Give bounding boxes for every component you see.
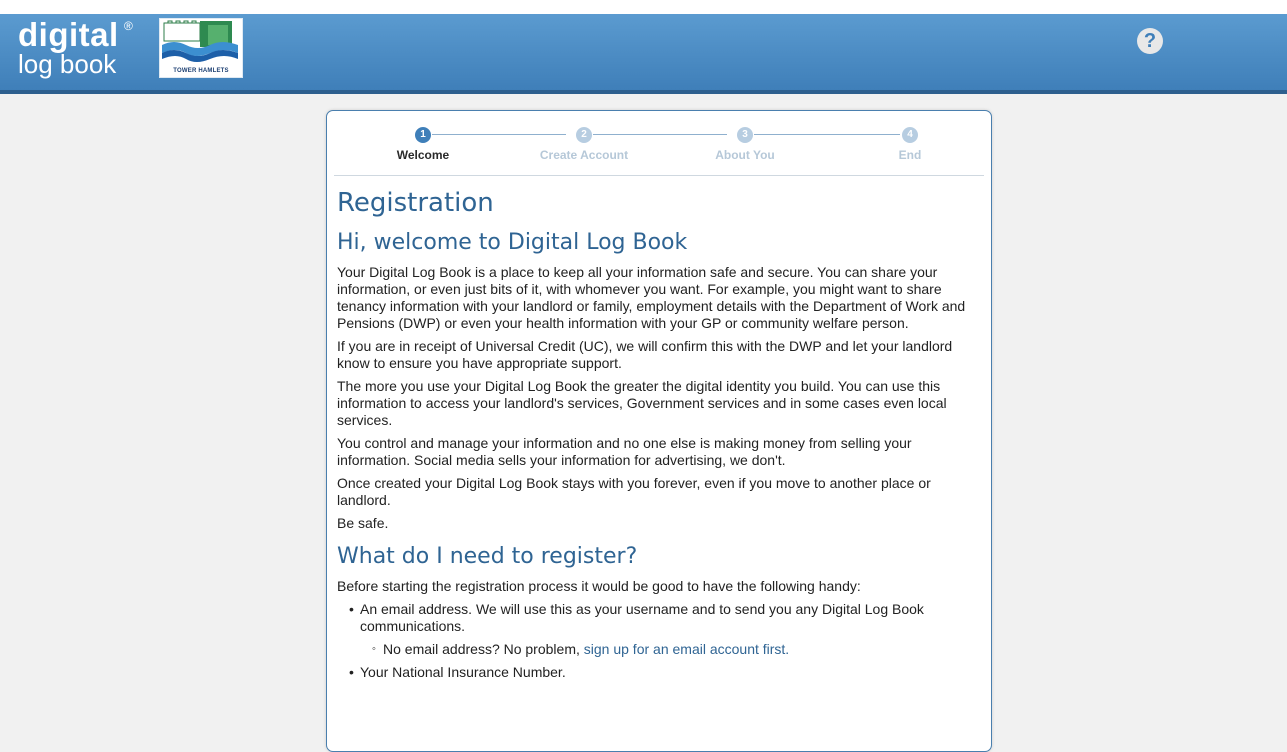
list-item-email: An email address. We will use this as yo…: [349, 601, 981, 658]
step-number: 4: [902, 127, 918, 143]
step-welcome: 1 Welcome: [343, 127, 503, 162]
ni-number-text: Your National Insurance Number.: [360, 664, 566, 680]
intro-paragraph: Your Digital Log Book is a place to keep…: [337, 264, 966, 331]
register-heading: What do I need to register?: [337, 544, 638, 569]
step-about-you: 3 About You: [665, 127, 825, 162]
step-number: 3: [737, 127, 753, 143]
brand-registered-mark: ®: [124, 19, 133, 33]
list-item-no-email: No email address? No problem, sign up fo…: [372, 641, 981, 658]
brand-line-2: log book: [18, 49, 117, 79]
help-question-icon[interactable]: ?: [1137, 28, 1163, 54]
top-strip: [0, 0, 1287, 14]
step-label: About You: [715, 148, 775, 162]
step-number: 1: [415, 127, 431, 143]
digital-identity-paragraph: The more you use your Digital Log Book t…: [337, 378, 947, 428]
email-requirement-text: An email address. We will use this as yo…: [360, 601, 924, 634]
requirements-list: An email address. We will use this as yo…: [337, 601, 981, 681]
registration-content: Registration Hi, welcome to Digital Log …: [327, 176, 991, 681]
council-caption: TOWER HAMLETS: [173, 68, 229, 74]
step-create-account: 2 Create Account: [504, 127, 664, 162]
be-safe-paragraph: Be safe.: [337, 515, 389, 531]
step-label: Create Account: [539, 148, 629, 162]
tower-hamlets-emblem-icon: [162, 20, 238, 62]
privacy-paragraph: You control and manage your information …: [337, 435, 912, 468]
forever-paragraph: Once created your Digital Log Book stays…: [337, 475, 931, 508]
universal-credit-paragraph: If you are in receipt of Universal Credi…: [337, 338, 953, 371]
register-intro: Before starting the registration process…: [337, 578, 861, 594]
brand-line-1: digital: [18, 16, 119, 53]
registration-stepper: 1 Welcome 2 Create Account 3 About You 4…: [334, 111, 984, 176]
app-header: digital ® log book TOWER HAMLETS ?: [0, 14, 1287, 94]
step-end: 4 End: [830, 127, 990, 162]
list-item-ni-number: Your National Insurance Number.: [349, 664, 981, 681]
step-number: 2: [576, 127, 592, 143]
sign-up-email-link[interactable]: sign up for an email account first.: [584, 641, 789, 657]
no-email-text: No email address? No problem,: [383, 641, 584, 657]
step-label: End: [898, 148, 922, 162]
registration-card: 1 Welcome 2 Create Account 3 About You 4…: [326, 110, 992, 752]
email-sublist: No email address? No problem, sign up fo…: [360, 641, 981, 658]
page-title: Registration: [337, 188, 494, 218]
step-label: Welcome: [396, 148, 450, 162]
tower-hamlets-logo: TOWER HAMLETS: [159, 18, 243, 78]
welcome-heading: Hi, welcome to Digital Log Book: [337, 230, 688, 255]
digital-log-book-logo[interactable]: digital ® log book: [18, 16, 133, 79]
